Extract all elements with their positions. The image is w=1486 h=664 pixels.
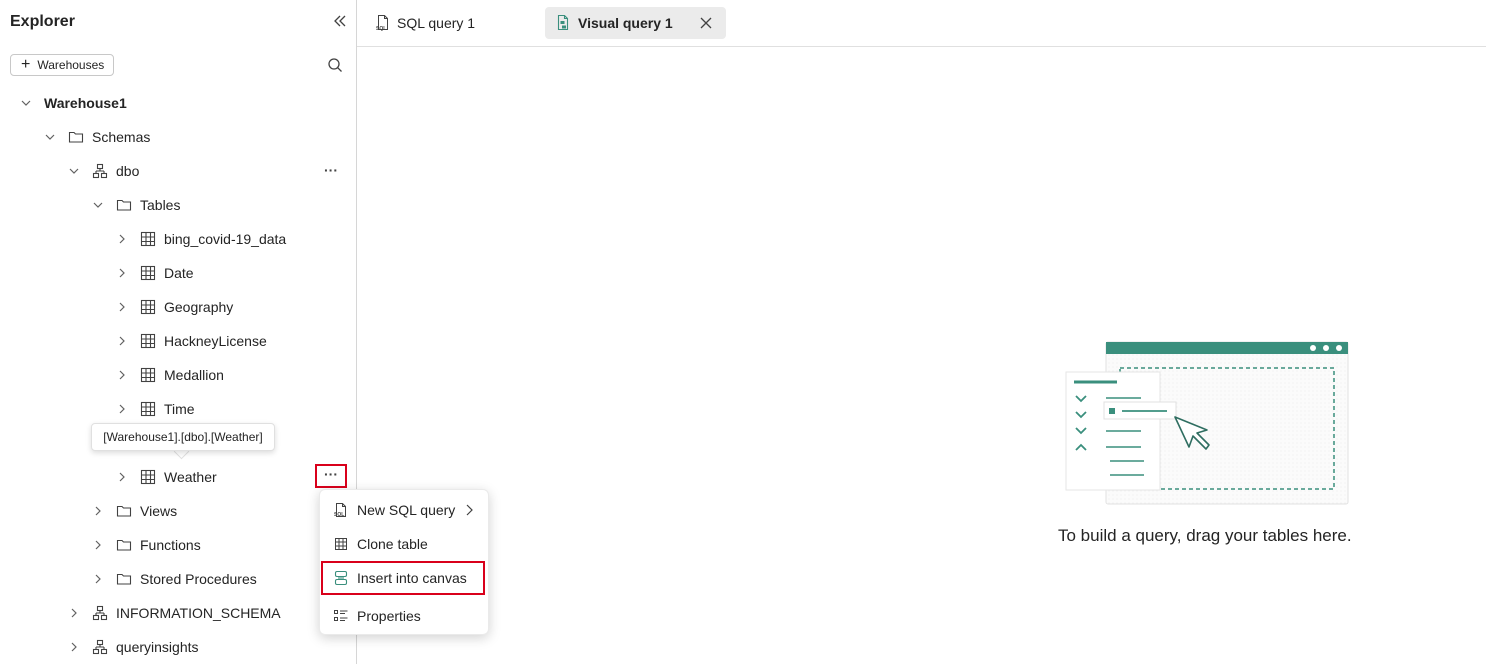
chevron-right-icon bbox=[95, 574, 101, 584]
table-icon bbox=[140, 333, 156, 349]
chevron-down-icon bbox=[45, 134, 55, 140]
chevron-right-icon bbox=[119, 302, 125, 312]
tree-item-label: Warehouse1 bbox=[44, 95, 127, 111]
chevron-right-icon bbox=[119, 370, 125, 380]
tree-item-warehouse1[interactable]: Warehouse1 bbox=[20, 91, 127, 115]
empty-canvas-message: To build a query, drag your tables here. bbox=[1058, 526, 1352, 545]
tree-item-label: Tables bbox=[140, 197, 181, 213]
folder-icon bbox=[116, 573, 132, 585]
more-options-icon: ··· bbox=[324, 466, 338, 482]
add-warehouses-button[interactable]: + Warehouses bbox=[10, 54, 114, 76]
chevron-right-icon bbox=[119, 404, 125, 414]
warehouses-button-label: Warehouses bbox=[37, 58, 105, 72]
table-icon bbox=[140, 469, 156, 485]
folder-icon bbox=[116, 199, 132, 211]
tree-item-stored-procedures[interactable]: Stored Procedures bbox=[92, 567, 257, 591]
tree-item-label: INFORMATION_SCHEMA bbox=[116, 605, 281, 621]
tree-item-information-schema[interactable]: INFORMATION_SCHEMA bbox=[68, 601, 281, 625]
tree-item-label: Geography bbox=[164, 299, 234, 315]
table-icon bbox=[335, 538, 347, 550]
tree-item-tables[interactable]: Tables bbox=[92, 193, 180, 217]
table-icon bbox=[140, 231, 156, 247]
schema-icon bbox=[92, 639, 108, 655]
svg-text:SQL: SQL bbox=[334, 512, 344, 518]
chevron-right-icon bbox=[71, 642, 77, 652]
tab-sql-query-1[interactable]: SQL SQL query 1 bbox=[369, 7, 519, 39]
folder-icon bbox=[116, 505, 132, 517]
chevron-right-icon bbox=[119, 472, 125, 482]
tab-label: Visual query 1 bbox=[578, 15, 673, 31]
tree-item-functions[interactable]: Functions bbox=[92, 533, 201, 557]
chevron-right-icon bbox=[119, 336, 125, 346]
tab-label: SQL query 1 bbox=[397, 15, 476, 31]
table-item[interactable]: bing_covid-19_data bbox=[116, 227, 286, 251]
tree-item-label: queryinsights bbox=[116, 639, 199, 655]
drag-tables-illustration-icon bbox=[1065, 341, 1349, 505]
chevron-right-icon bbox=[95, 506, 101, 516]
folder-icon bbox=[68, 131, 84, 143]
table-item[interactable]: Time bbox=[116, 397, 195, 421]
tree-item-label: Views bbox=[140, 503, 178, 519]
svg-text:SQL: SQL bbox=[376, 26, 386, 32]
search-icon[interactable] bbox=[326, 56, 344, 74]
table-item[interactable]: Medallion bbox=[116, 363, 224, 387]
tree-item-label: Time bbox=[164, 401, 195, 417]
chevron-right-icon bbox=[119, 268, 125, 278]
table-path-tooltip: [Warehouse1].[dbo].[Weather] bbox=[91, 423, 275, 451]
chevron-right-icon bbox=[119, 234, 125, 244]
tree-item-queryinsights[interactable]: queryinsights bbox=[68, 635, 199, 659]
chevron-down-icon bbox=[69, 168, 79, 174]
weather-more-options-button[interactable]: ··· bbox=[315, 464, 347, 488]
tree-item-label: Functions bbox=[140, 537, 201, 553]
collapse-pane-icon[interactable] bbox=[331, 12, 349, 30]
chevron-down-icon bbox=[21, 100, 31, 106]
sql-file-icon: SQL bbox=[334, 503, 346, 518]
schema-icon bbox=[92, 163, 108, 179]
folder-icon bbox=[116, 539, 132, 551]
tree-item-label: bing_covid-19_data bbox=[164, 231, 287, 247]
tree-item-label: Schemas bbox=[92, 129, 151, 145]
tree-item-label: HackneyLicense bbox=[164, 333, 267, 349]
explorer-pane: Explorer + Warehouses Warehouse1 Schemas… bbox=[0, 0, 357, 664]
chevron-right-icon bbox=[95, 540, 101, 550]
close-icon[interactable] bbox=[699, 16, 713, 30]
table-icon bbox=[140, 299, 156, 315]
table-item[interactable]: Date bbox=[116, 261, 194, 285]
table-icon bbox=[140, 265, 156, 281]
table-icon bbox=[140, 401, 156, 417]
table-item[interactable]: Geography bbox=[116, 295, 233, 319]
properties-icon bbox=[334, 610, 348, 621]
tree-item-label: dbo bbox=[116, 163, 140, 179]
table-item[interactable]: HackneyLicense bbox=[116, 329, 267, 353]
table-item-weather[interactable]: Weather bbox=[116, 465, 217, 489]
dbo-more-options-icon[interactable]: ··· bbox=[324, 162, 338, 178]
tree-item-label: Medallion bbox=[164, 367, 224, 383]
chevron-right-icon bbox=[71, 608, 77, 618]
query-tab-bar: SQL SQL query 1 Visual query 1 bbox=[357, 0, 1486, 47]
tab-visual-query-1[interactable]: Visual query 1 bbox=[545, 7, 726, 39]
table-icon bbox=[140, 367, 156, 383]
visual-query-icon bbox=[557, 14, 569, 31]
plus-icon: + bbox=[21, 56, 31, 73]
sql-file-icon: SQL bbox=[376, 15, 388, 32]
tree-item-schemas[interactable]: Schemas bbox=[44, 125, 150, 149]
schema-icon bbox=[92, 605, 108, 621]
tree-item-label: Weather bbox=[164, 469, 217, 485]
explorer-title: Explorer bbox=[10, 13, 75, 30]
tree-item-label: Date bbox=[164, 265, 194, 281]
chevron-down-icon bbox=[93, 202, 103, 208]
tree-item-label: Stored Procedures bbox=[140, 571, 257, 587]
tree-item-dbo[interactable]: dbo bbox=[68, 159, 139, 183]
tree-item-views[interactable]: Views bbox=[92, 499, 177, 523]
